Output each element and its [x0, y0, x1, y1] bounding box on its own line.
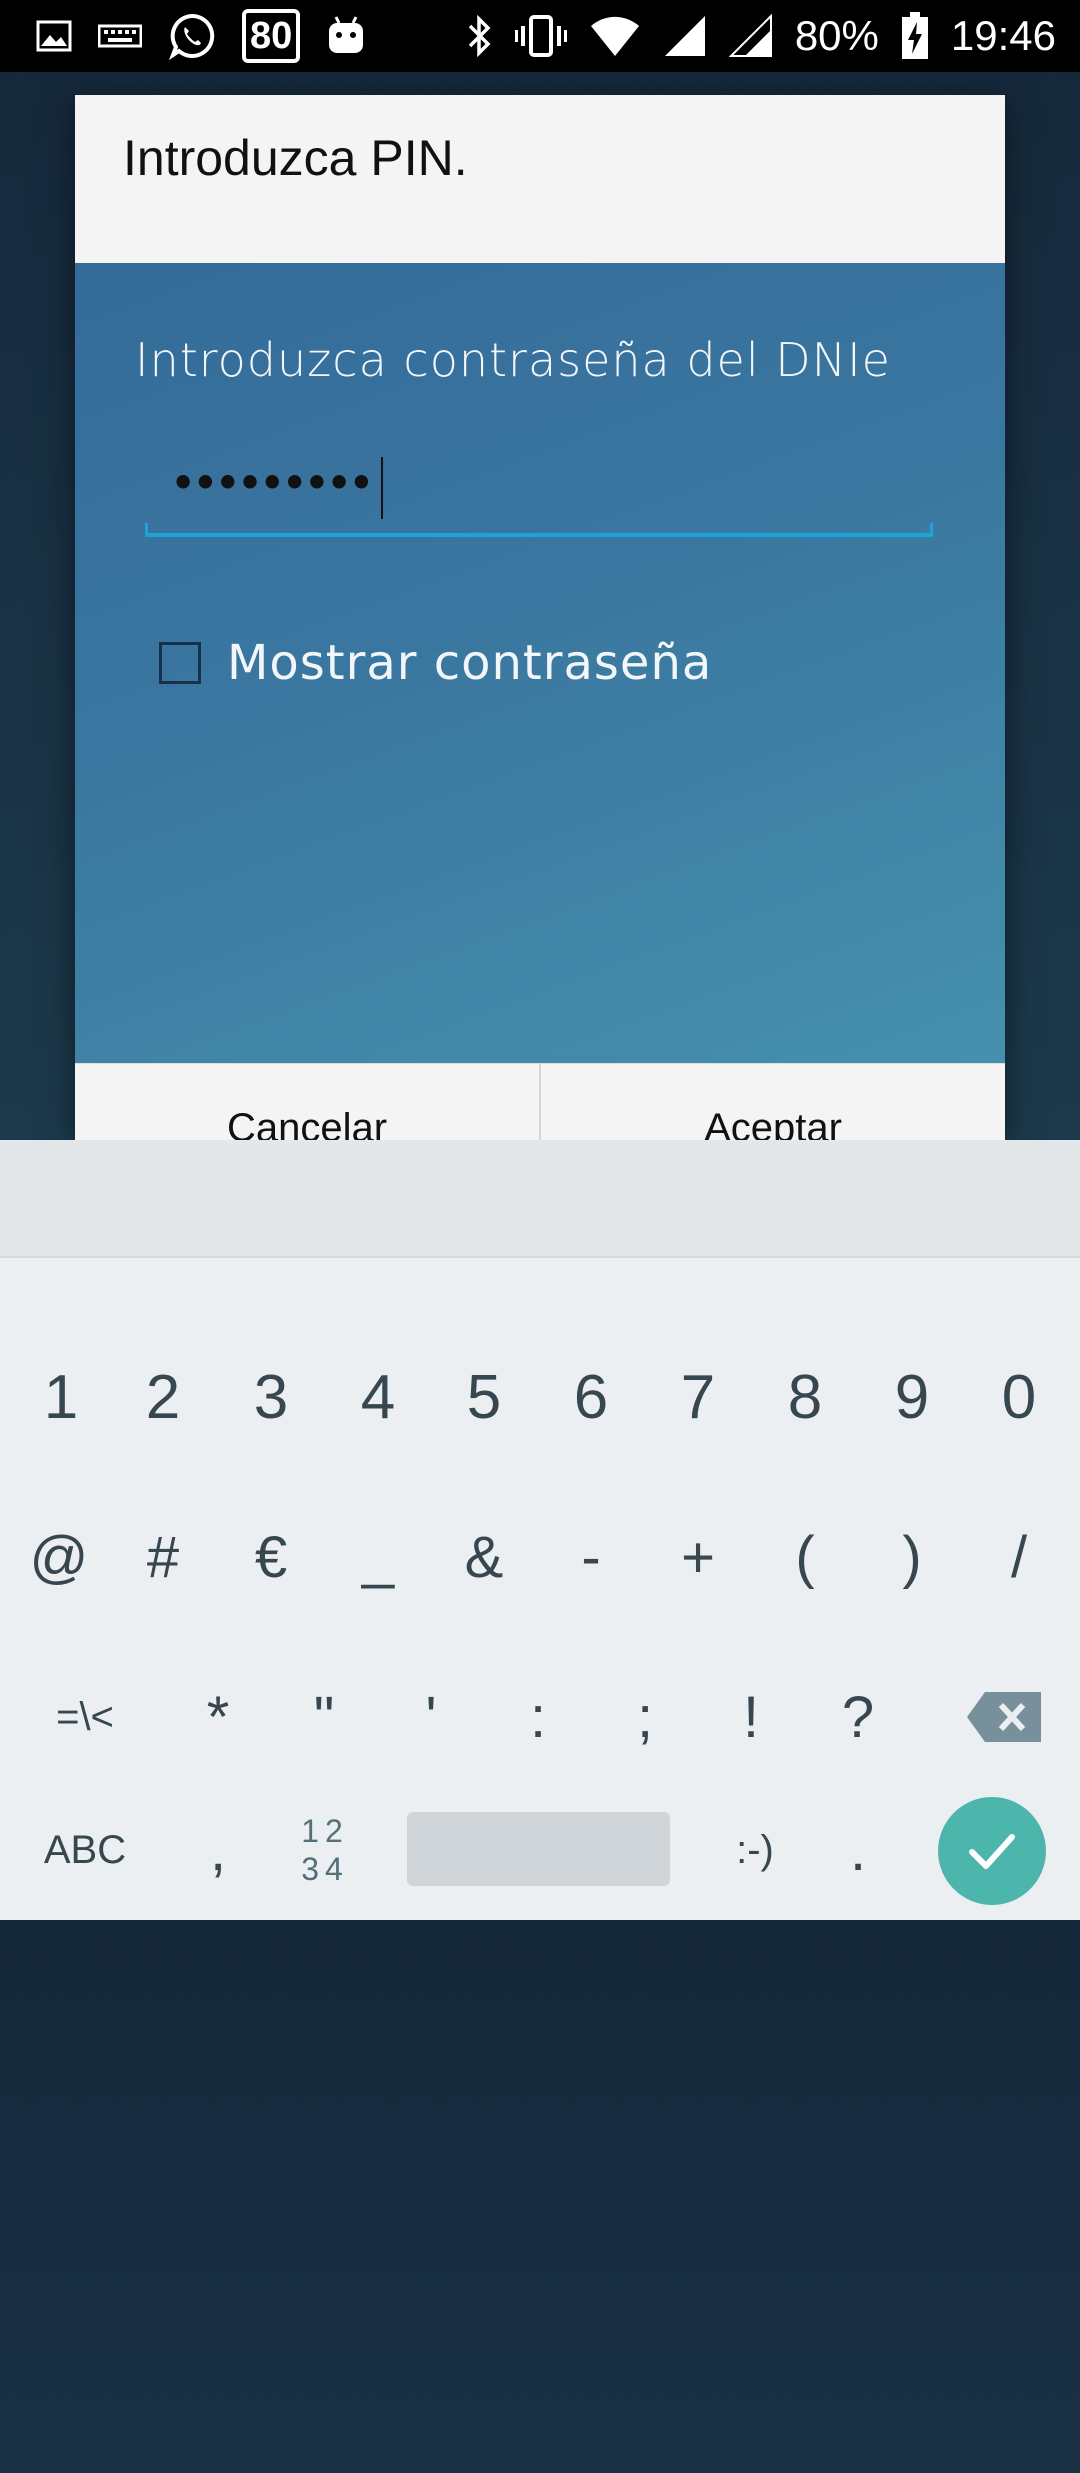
key-double-quote[interactable]: ": [281, 1652, 367, 1782]
key-5[interactable]: 5: [441, 1332, 527, 1462]
key-hash[interactable]: #: [120, 1492, 206, 1622]
checkmark-icon: [969, 1834, 1015, 1869]
status-bar: 80 80% 19:46: [0, 0, 1080, 72]
keyboard-row-numbers: 1 2 3 4 5 6 7 8 9 0: [0, 1332, 1080, 1462]
badge-80-icon: 80: [242, 9, 301, 63]
signal-icon: [663, 14, 707, 58]
signal-icon-2: [728, 14, 773, 58]
show-password-row[interactable]: Mostrar contraseña: [159, 635, 712, 691]
whatsapp-icon: [168, 12, 216, 60]
key-at[interactable]: @: [16, 1492, 102, 1622]
keyboard-row-numbers: [0, 2343, 1080, 2473]
key-1[interactable]: 1: [18, 1332, 104, 1462]
dialog-title: Introduzca PIN.: [123, 130, 468, 186]
keyboard-row-symbols-2: =\< * " ' : ; ! ?: [0, 1652, 1080, 1782]
pin-dialog: Introduzca PIN. Introduzca contraseña de…: [75, 95, 1005, 1140]
key-0[interactable]: 0: [976, 1332, 1062, 1462]
key-exclamation[interactable]: !: [708, 1652, 794, 1782]
key-more-symbols[interactable]: =\<: [30, 1652, 140, 1782]
key-comma[interactable]: ,: [175, 1780, 261, 1920]
suggestion-bar: [0, 1140, 1080, 1258]
image-icon: [36, 20, 72, 52]
key-euro[interactable]: €: [228, 1492, 314, 1622]
key-minus[interactable]: -: [548, 1492, 634, 1622]
wifi-icon: [589, 16, 641, 56]
key-8[interactable]: 8: [762, 1332, 848, 1462]
key-question[interactable]: ?: [815, 1652, 901, 1782]
text-caret: [381, 457, 383, 519]
space-key[interactable]: [407, 1812, 670, 1886]
bluetooth-icon: [467, 14, 493, 58]
key-period[interactable]: .: [815, 1780, 901, 1920]
vibrate-icon: [514, 14, 567, 58]
pin-input[interactable]: •••••••••: [145, 453, 933, 537]
key-ampersand[interactable]: &: [441, 1492, 527, 1622]
battery-charging-icon: [901, 12, 929, 60]
key-semicolon[interactable]: ;: [602, 1652, 688, 1782]
dialog-body: Introduzca contraseña del DNIe •••••••••…: [75, 263, 1005, 1063]
key-colon[interactable]: :: [495, 1652, 581, 1782]
status-bar-right: 80% 19:46: [467, 0, 1056, 72]
key-slash[interactable]: /: [976, 1492, 1062, 1622]
key-7[interactable]: 7: [655, 1332, 741, 1462]
android-icon: [326, 15, 366, 57]
enter-key[interactable]: [938, 1797, 1046, 1905]
keyboard-row-symbols: @ # € _ & - + ( ) /: [0, 1492, 1080, 1622]
key-4[interactable]: 4: [335, 1332, 421, 1462]
clock: 19:46: [950, 12, 1056, 59]
key-apostrophe[interactable]: ': [388, 1652, 474, 1782]
show-password-checkbox[interactable]: [159, 642, 201, 684]
accept-button[interactable]: Aceptar: [541, 1064, 1005, 1140]
numpad-toggle-label: 12 34: [301, 1812, 349, 1888]
key-underscore[interactable]: _: [335, 1492, 421, 1622]
battery-percentage: 80%: [794, 12, 879, 59]
dialog-footer: Cancelar Aceptar: [75, 1063, 1005, 1140]
key-2[interactable]: 2: [120, 1332, 206, 1462]
key-9[interactable]: 9: [869, 1332, 955, 1462]
pin-input-value: •••••••••: [171, 461, 374, 505]
key-smiley[interactable]: :-): [705, 1780, 805, 1920]
cancel-button[interactable]: Cancelar: [75, 1064, 541, 1140]
key-asterisk[interactable]: *: [175, 1652, 261, 1782]
status-bar-left: 80: [36, 0, 366, 72]
dialog-header: Introduzca PIN.: [75, 95, 1005, 263]
show-password-label: Mostrar contraseña: [227, 635, 713, 691]
keyboard: 1 2 3 4 5 6 7 8 9 0 @ # € _ & - + ( ) / …: [0, 1140, 1080, 1920]
backspace-key[interactable]: [950, 1652, 1060, 1782]
pin-prompt: Introduzca contraseña del DNIe: [135, 333, 891, 387]
backspace-icon: [967, 1692, 1041, 1742]
numpad-toggle-top: 12: [301, 1813, 349, 1849]
key-open-paren[interactable]: (: [762, 1492, 848, 1622]
key-abc[interactable]: ABC: [30, 1780, 140, 1920]
keyboard-icon: [98, 22, 142, 50]
key-numpad-toggle[interactable]: 12 34: [275, 1780, 375, 1920]
numpad-toggle-bottom: 34: [301, 1851, 349, 1887]
key-close-paren[interactable]: ): [869, 1492, 955, 1622]
key-6[interactable]: 6: [548, 1332, 634, 1462]
key-plus[interactable]: +: [655, 1492, 741, 1622]
key-3[interactable]: 3: [228, 1332, 314, 1462]
keyboard-row-bottom: ABC , 12 34 :-) .: [0, 1780, 1080, 1920]
